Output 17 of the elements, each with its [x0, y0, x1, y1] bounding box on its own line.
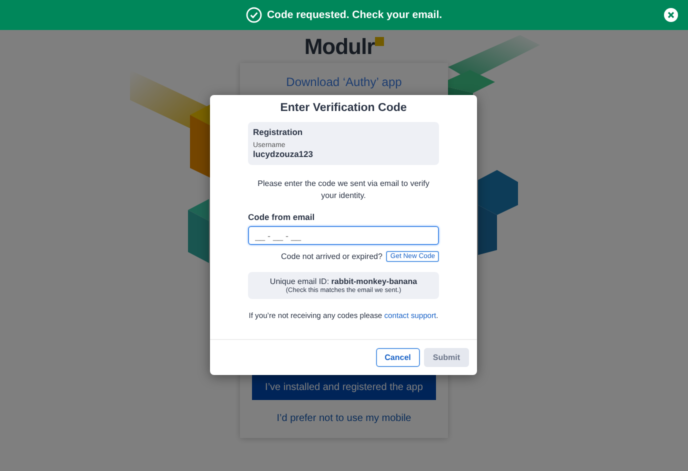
- close-icon[interactable]: [664, 8, 678, 22]
- prefer-link[interactable]: I’d prefer not to use my mobile: [276, 413, 412, 424]
- installed-button[interactable]: I’ve installed and registered the app: [252, 374, 436, 400]
- instructions-text: Please enter the code we sent via email to verify your identity.: [256, 178, 430, 202]
- field-label: Code from email: [248, 212, 316, 222]
- cube-drawing: [188, 199, 209, 263]
- dialog-title: Enter Verification Code: [279, 102, 408, 114]
- notification-message: Code requested. Check your email.: [266, 9, 442, 21]
- username-value: lucydzouza123: [253, 149, 314, 159]
- dialog-button[interactable]: Cancel: [376, 348, 420, 367]
- resend-prompt: Code not arrived or expired?: [281, 252, 382, 261]
- email-id-text: Unique email ID: rabbit-monkey-banana: [268, 277, 418, 286]
- check-circle-icon: [246, 7, 262, 23]
- code-input-field[interactable]: __ - __ - __: [248, 226, 439, 245]
- registration-heading: Registration: [253, 127, 304, 137]
- card-title[interactable]: Download ‘Authy’ app: [286, 75, 402, 89]
- logo: Modulr: [304, 34, 384, 60]
